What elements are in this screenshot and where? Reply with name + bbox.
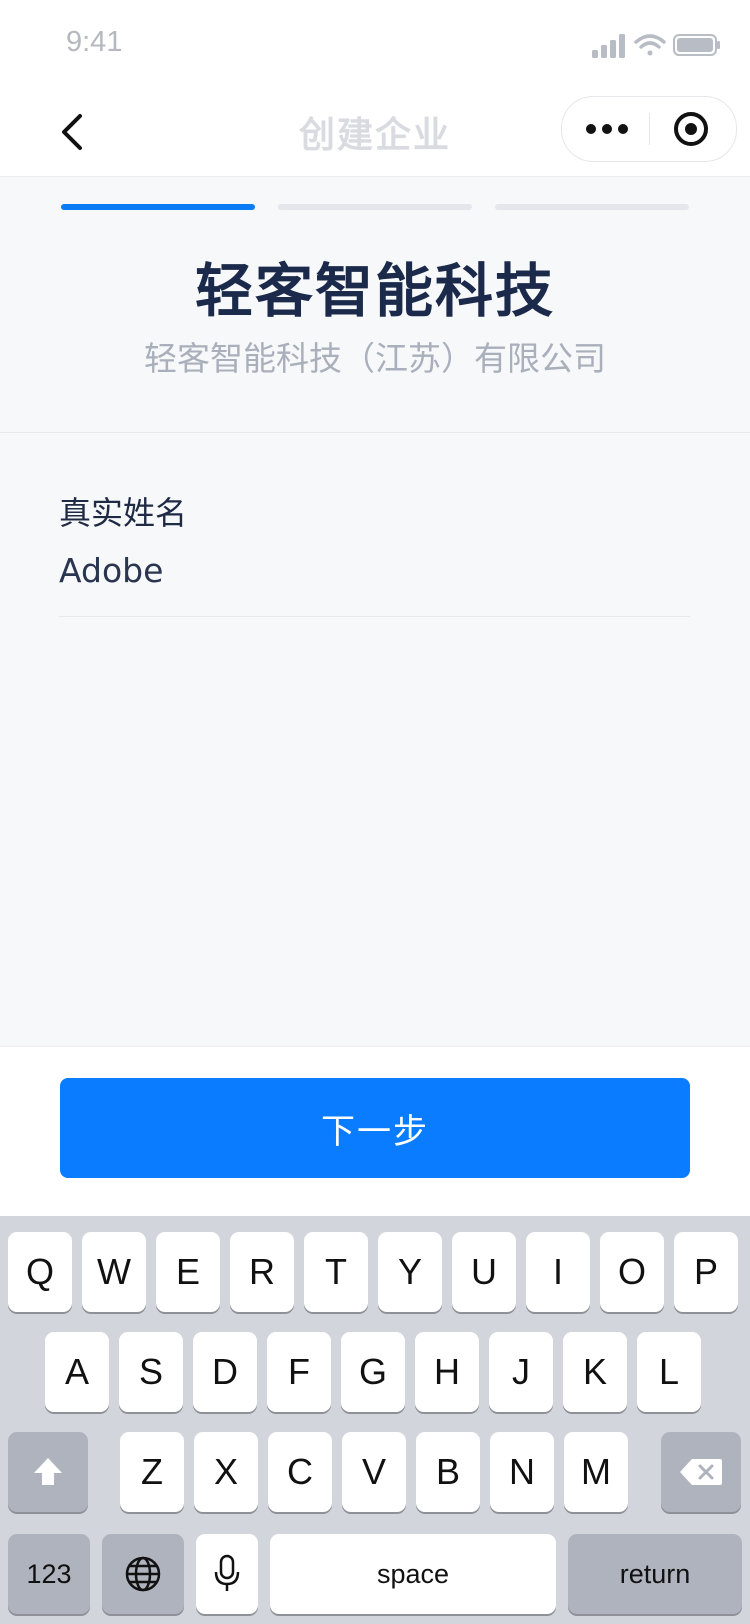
return-key[interactable]: return <box>568 1534 742 1614</box>
close-miniprogram-button[interactable] <box>650 97 736 161</box>
target-icon <box>674 112 708 146</box>
key-t[interactable]: T <box>304 1232 368 1312</box>
section-divider <box>0 432 750 433</box>
step-1-indicator <box>61 204 255 210</box>
key-d[interactable]: D <box>193 1332 257 1412</box>
key-s[interactable]: S <box>119 1332 183 1412</box>
key-j[interactable]: J <box>489 1332 553 1412</box>
globe-key[interactable] <box>102 1534 184 1614</box>
globe-icon <box>125 1556 161 1592</box>
numbers-key[interactable]: 123 <box>8 1534 90 1614</box>
company-name: 轻客智能科技 <box>194 257 555 325</box>
more-button[interactable] <box>562 97 648 161</box>
key-i[interactable]: I <box>526 1232 590 1312</box>
status-time: 9:41 <box>66 26 123 58</box>
key-p[interactable]: P <box>674 1232 738 1312</box>
dictation-key[interactable] <box>196 1534 258 1614</box>
shift-key[interactable] <box>8 1432 88 1512</box>
key-m[interactable]: M <box>564 1432 628 1512</box>
microphone-icon <box>214 1554 240 1591</box>
key-x[interactable]: X <box>194 1432 258 1512</box>
shift-arrow-icon <box>34 1458 62 1485</box>
key-h[interactable]: H <box>415 1332 479 1412</box>
status-bar: 9:41 <box>0 0 750 88</box>
field-underline <box>59 616 690 617</box>
key-v[interactable]: V <box>342 1432 406 1512</box>
keyboard: QWERTYUIOP ASDFGHJKL ZXCVBNM 123 space r… <box>0 1216 750 1624</box>
bottom-action-panel: 下一步 <box>0 1046 750 1217</box>
key-q[interactable]: Q <box>8 1232 72 1312</box>
key-w[interactable]: W <box>82 1232 146 1312</box>
mini-program-capsule <box>561 96 737 162</box>
signal-icon <box>592 34 625 58</box>
next-step-button[interactable]: 下一步 <box>60 1078 690 1178</box>
backspace-key[interactable] <box>661 1432 741 1512</box>
key-a[interactable]: A <box>45 1332 109 1412</box>
real-name-label: 真实姓名 <box>59 494 188 532</box>
company-full-name: 轻客智能科技（江苏）有限公司 <box>144 339 606 378</box>
battery-icon <box>673 34 720 56</box>
key-u[interactable]: U <box>452 1232 516 1312</box>
key-r[interactable]: R <box>230 1232 294 1312</box>
key-e[interactable]: E <box>156 1232 220 1312</box>
key-f[interactable]: F <box>267 1332 331 1412</box>
key-c[interactable]: C <box>268 1432 332 1512</box>
navbar: 创建企业 <box>0 88 750 177</box>
key-n[interactable]: N <box>490 1432 554 1512</box>
key-y[interactable]: Y <box>378 1232 442 1312</box>
key-b[interactable]: B <box>416 1432 480 1512</box>
key-k[interactable]: K <box>563 1332 627 1412</box>
step-2-indicator <box>278 204 472 210</box>
key-o[interactable]: O <box>600 1232 664 1312</box>
more-dots-icon <box>586 124 628 134</box>
step-progress <box>61 204 689 210</box>
status-icons <box>592 34 720 58</box>
backspace-icon <box>680 1459 722 1485</box>
key-z[interactable]: Z <box>120 1432 184 1512</box>
real-name-input[interactable] <box>59 546 689 594</box>
key-g[interactable]: G <box>341 1332 405 1412</box>
step-3-indicator <box>495 204 689 210</box>
space-key[interactable]: space <box>270 1534 556 1614</box>
key-l[interactable]: L <box>637 1332 701 1412</box>
wifi-icon <box>634 34 666 56</box>
